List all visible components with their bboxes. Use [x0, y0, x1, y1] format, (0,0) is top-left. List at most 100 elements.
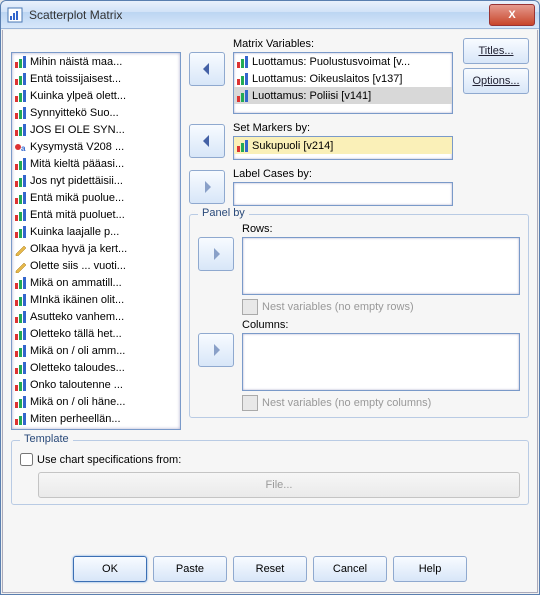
dialog-window: Scatterplot Matrix X Mihin näistä maa...…	[0, 0, 540, 595]
list-item-label: Mikä on / oli häne...	[30, 396, 125, 408]
checkbox-input[interactable]	[20, 453, 33, 466]
list-item[interactable]: Kuinka laajalle p...	[12, 223, 180, 240]
list-item[interactable]: Mikä on ammatill...	[12, 274, 180, 291]
pencil-icon	[14, 259, 28, 273]
list-item-label: Asutteko vanhem...	[30, 311, 124, 323]
bar-chart-icon	[14, 276, 28, 290]
list-item[interactable]: Sukupuoli [v214]	[234, 137, 452, 154]
close-button[interactable]: X	[489, 4, 535, 26]
arrow-left-icon	[199, 133, 215, 149]
list-item[interactable]: Miten perheellän...	[12, 410, 180, 427]
list-item[interactable]: MInkä ikäinen olit...	[12, 291, 180, 308]
bar-chart-icon	[14, 327, 28, 341]
bar-chart-icon	[14, 106, 28, 120]
list-item[interactable]: JOS EI OLE SYN...	[12, 121, 180, 138]
list-item-label: JOS EI OLE SYN...	[30, 124, 125, 136]
list-item[interactable]: Luottamus: Poliisi [v141]	[234, 87, 452, 104]
move-to-markers-button[interactable]	[189, 124, 225, 158]
list-item[interactable]: Entä toissijaisest...	[12, 70, 180, 87]
panel-by-group: Panel by Rows: Nest variables (no empty …	[189, 214, 529, 418]
panel-by-legend: Panel by	[198, 207, 249, 219]
list-item[interactable]: Entä mikä puolue...	[12, 189, 180, 206]
list-item[interactable]: Mikä on / oli amm...	[12, 342, 180, 359]
dialog-body: Mihin näistä maa... Entä toissijaisest...…	[2, 30, 538, 593]
list-item[interactable]: Kysymystä V208 ...	[12, 138, 180, 155]
pencil-icon	[14, 242, 28, 256]
reset-button[interactable]: Reset	[233, 556, 307, 582]
options-button[interactable]: Options...	[463, 68, 529, 94]
arrow-right-icon	[199, 179, 215, 195]
matrix-variables-box[interactable]: Luottamus: Puolustusvoimat [v... Luottamu…	[233, 52, 453, 114]
rows-label: Rows:	[242, 223, 520, 235]
list-item-label: MInkä ikäinen olit...	[30, 294, 124, 306]
ok-button[interactable]: OK	[73, 556, 147, 582]
nest-rows-checkbox: Nest variables (no empty rows)	[242, 299, 520, 315]
list-item[interactable]: Kuinka ylpeä olett...	[12, 87, 180, 104]
list-item-label: Entä mitä puoluet...	[30, 209, 125, 221]
cancel-button[interactable]: Cancel	[313, 556, 387, 582]
list-item[interactable]: Mihin näistä maa...	[12, 53, 180, 70]
move-to-rows-button[interactable]	[198, 237, 234, 271]
list-item-label: Luottamus: Oikeuslaitos [v137]	[252, 73, 402, 85]
bar-chart-icon	[14, 395, 28, 409]
list-item-label: Kuinka ylpeä olett...	[30, 90, 126, 102]
set-markers-box[interactable]: Sukupuoli [v214]	[233, 136, 453, 160]
template-legend: Template	[20, 433, 73, 445]
bar-chart-icon	[14, 310, 28, 324]
paste-button[interactable]: Paste	[153, 556, 227, 582]
bar-chart-icon	[14, 191, 28, 205]
dialog-buttons: OK Paste Reset Cancel Help	[3, 556, 537, 582]
list-item-label: Olkaa hyvä ja kert...	[30, 243, 127, 255]
help-button[interactable]: Help	[393, 556, 467, 582]
list-item[interactable]: Asutteko vanhem...	[12, 308, 180, 325]
nest-columns-checkbox: Nest variables (no empty columns)	[242, 395, 520, 411]
list-item-label: Sukupuoli [v214]	[252, 140, 333, 152]
source-variable-list[interactable]: Mihin näistä maa... Entä toissijaisest...…	[11, 52, 181, 430]
list-item[interactable]: Jos nyt pidettäisii...	[12, 172, 180, 189]
list-item[interactable]: Entä mitä puoluet...	[12, 206, 180, 223]
list-item-label: Kysymystä V208 ...	[30, 141, 124, 153]
list-item[interactable]: Oletteko tällä het...	[12, 325, 180, 342]
titles-button[interactable]: Titles...	[463, 38, 529, 64]
list-item[interactable]: Mikä on / oli häne...	[12, 393, 180, 410]
list-item[interactable]: Synnyittekö Suo...	[12, 104, 180, 121]
panel-rows-box[interactable]	[242, 237, 520, 295]
list-item-label: Entä toissijaisest...	[30, 73, 121, 85]
template-group: Template Use chart specifications from: …	[11, 440, 529, 505]
close-icon: X	[508, 9, 515, 21]
list-item[interactable]: Luottamus: Puolustusvoimat [v...	[234, 53, 452, 70]
bar-chart-icon	[236, 72, 250, 86]
list-item[interactable]: Olette siis ... vuoti...	[12, 257, 180, 274]
arrow-right-icon	[208, 342, 224, 358]
bar-chart-icon	[14, 344, 28, 358]
bar-chart-icon	[14, 225, 28, 239]
list-item[interactable]: Olkaa hyvä ja kert...	[12, 240, 180, 257]
string-icon	[14, 140, 28, 154]
arrow-right-icon	[208, 246, 224, 262]
bar-chart-icon	[14, 123, 28, 137]
matrix-variables-label: Matrix Variables:	[233, 38, 453, 50]
list-item-label: Jos nyt pidettäisii...	[30, 175, 123, 187]
list-item[interactable]: Mitä kieltä pääasi...	[12, 155, 180, 172]
panel-columns-box[interactable]	[242, 333, 520, 391]
list-item[interactable]: Luottamus: Oikeuslaitos [v137]	[234, 70, 452, 87]
use-chart-spec-checkbox[interactable]: Use chart specifications from:	[20, 453, 520, 466]
list-item-label: Olette siis ... vuoti...	[30, 260, 126, 272]
list-item-label: Synnyittekö Suo...	[30, 107, 119, 119]
checkbox-icon	[242, 395, 258, 411]
bar-chart-icon	[14, 72, 28, 86]
bar-chart-icon	[14, 55, 28, 69]
list-item-label: Oletteko tällä het...	[30, 328, 122, 340]
list-item-label: Miten perheellän...	[30, 413, 121, 425]
file-button: File...	[38, 472, 520, 498]
label-cases-label: Label Cases by:	[233, 168, 453, 180]
move-to-label-cases-button[interactable]	[189, 170, 225, 204]
bar-chart-icon	[14, 378, 28, 392]
move-to-matrix-button[interactable]	[189, 52, 225, 86]
bar-chart-icon	[14, 174, 28, 188]
label-cases-box[interactable]	[233, 182, 453, 206]
bar-chart-icon	[14, 293, 28, 307]
list-item[interactable]: Oletteko taloudes...	[12, 359, 180, 376]
list-item[interactable]: Onko taloutenne ...	[12, 376, 180, 393]
move-to-columns-button[interactable]	[198, 333, 234, 367]
